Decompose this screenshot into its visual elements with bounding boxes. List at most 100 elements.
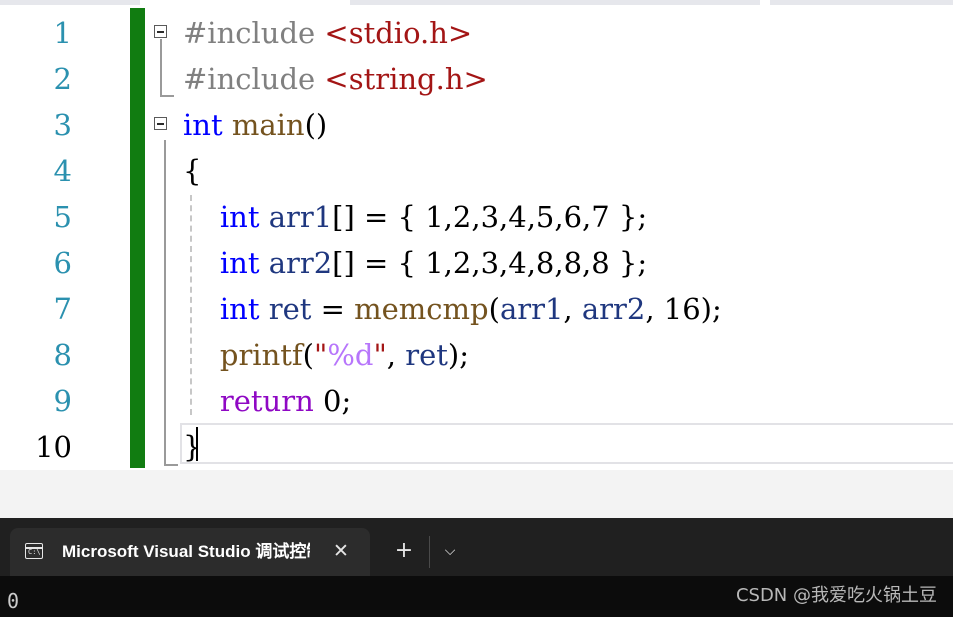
code-token: ( [488, 292, 500, 326]
code-token: ); [447, 338, 470, 372]
line-number-gutter: 1 2 3 4 5 6 7 8 9 10 [0, 0, 130, 470]
code-token: , [582, 246, 592, 280]
code-token: [] = { [332, 200, 426, 234]
code-line[interactable]: int arr2[] = { 1,2,3,4,8,8,8 }; [183, 240, 647, 286]
line-number-current: 10 [35, 430, 72, 464]
code-token: ; [341, 384, 352, 418]
code-token: , [443, 246, 453, 280]
code-token: , [645, 292, 664, 326]
code-token: , [582, 200, 592, 234]
watermark-text: CSDN @我爱吃火锅土豆 [735, 585, 937, 606]
code-token: , [443, 200, 453, 234]
terminal-tab[interactable]: C:\ Microsoft Visual Studio 调试控制台 ✕ [10, 528, 370, 576]
collapse-icon[interactable] [154, 117, 167, 130]
collapse-icon[interactable] [154, 25, 167, 38]
code-token: int [183, 108, 223, 142]
current-line-highlight [180, 423, 953, 464]
code-token: , [499, 246, 509, 280]
code-token: [] = { [332, 246, 426, 280]
code-token: int [219, 200, 260, 234]
code-line[interactable]: int ret = memcmp(arr1, arr2, 16); [183, 286, 722, 332]
line-number: 5 [53, 200, 72, 234]
code-token: } [183, 430, 202, 464]
code-token: }; [609, 246, 648, 280]
code-token: = [311, 292, 355, 326]
code-token: 8 [535, 246, 555, 280]
code-token: ret [268, 292, 312, 326]
code-token: arr2 [268, 246, 333, 280]
outline-line [164, 464, 178, 466]
code-token: arr1 [268, 200, 333, 234]
line-number: 9 [53, 384, 72, 418]
code-line[interactable]: } [183, 424, 201, 470]
line-number: 6 [53, 246, 72, 280]
code-token: 0 [323, 384, 342, 418]
code-token: int [219, 292, 260, 326]
code-token: 2 [452, 246, 472, 280]
code-line[interactable]: #include <string.h> [183, 56, 488, 102]
code-token: " [373, 338, 387, 372]
tab-separator [429, 536, 430, 568]
close-icon[interactable]: ✕ [328, 538, 354, 564]
code-token: main [231, 108, 305, 142]
code-token: 16 [663, 292, 701, 326]
line-number: 4 [53, 154, 72, 188]
code-token: ); [700, 292, 722, 326]
editor-top-strip [770, 0, 953, 5]
tab-title: Microsoft Visual Studio 调试控制台 [62, 542, 310, 561]
code-token: 5 [535, 200, 555, 234]
code-editor[interactable]: 1 2 3 4 5 6 7 8 9 10 #include <stdio.h> #… [0, 0, 953, 470]
code-line[interactable]: return 0; [183, 378, 351, 424]
code-token: #include [183, 62, 325, 96]
code-token: 1 [425, 200, 444, 234]
code-line[interactable]: printf("%d", ret); [183, 332, 469, 378]
code-token: , [563, 292, 582, 326]
code-token: #include [183, 16, 325, 50]
line-number: 8 [53, 338, 72, 372]
console-icon: C:\ [25, 543, 43, 559]
line-number: 1 [53, 16, 72, 50]
code-line[interactable]: #include <stdio.h> [183, 10, 472, 56]
code-token: ret [405, 338, 448, 372]
code-token: 2 [452, 200, 472, 234]
code-line[interactable]: { [183, 148, 201, 194]
code-token: 3 [480, 246, 500, 280]
code-token: 1 [425, 246, 444, 280]
code-token: }; [609, 200, 648, 234]
code-line[interactable]: int main() [183, 102, 327, 148]
code-token: { [183, 154, 202, 188]
code-token: %d [327, 338, 374, 372]
line-number: 3 [53, 108, 72, 142]
code-token: , [526, 200, 536, 234]
code-token: , [554, 246, 564, 280]
terminal-console[interactable]: 0 CSDN @我爱吃火锅土豆 [0, 576, 953, 617]
code-token: 8 [591, 246, 610, 280]
code-token: arr1 [499, 292, 564, 326]
code-token: , [554, 200, 564, 234]
change-tracking-bar [130, 8, 145, 468]
code-token: <stdio.h> [324, 16, 473, 50]
code-token: 7 [591, 200, 610, 234]
code-token: arr2 [581, 292, 646, 326]
text-caret [196, 427, 198, 461]
outline-line [160, 39, 162, 96]
code-line[interactable]: int arr1[] = { 1,2,3,4,5,6,7 }; [183, 194, 647, 240]
chevron-down-icon[interactable]: ⌵ [438, 539, 462, 563]
code-token: 8 [563, 246, 583, 280]
plus-icon[interactable]: + [390, 537, 418, 565]
outline-line [160, 95, 174, 97]
code-token: memcmp [354, 292, 489, 326]
line-number: 7 [53, 292, 72, 326]
code-token: , [471, 200, 481, 234]
code-token: 6 [563, 200, 583, 234]
code-token: , [471, 246, 481, 280]
